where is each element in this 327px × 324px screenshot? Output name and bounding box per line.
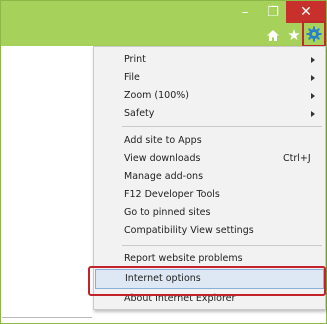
submenu-arrow-icon xyxy=(311,57,315,63)
home-icon[interactable] xyxy=(265,27,281,43)
menu-item-zoom[interactable]: Zoom (100%) xyxy=(94,86,325,106)
restore-button[interactable]: ❐ xyxy=(259,1,287,23)
close-button[interactable]: ✕ xyxy=(286,1,326,23)
menu-item-label: Manage add-ons xyxy=(124,171,204,182)
menu-item-f12-developer-tools[interactable]: F12 Developer Tools xyxy=(94,185,325,205)
title-bar: – ❐ ✕ ★ xyxy=(1,1,326,47)
menu-item-label: Report website problems xyxy=(124,253,243,264)
submenu-arrow-icon xyxy=(311,93,315,99)
menu-separator xyxy=(122,245,322,246)
favorites-icon[interactable]: ★ xyxy=(286,27,302,43)
menu-item-label: Internet options xyxy=(125,273,201,284)
menu-item-label: About Internet Explorer xyxy=(124,293,236,304)
browser-window: – ❐ ✕ ★ Print File Zoom (100%) Safety Ad… xyxy=(0,0,327,324)
tools-gear-button[interactable] xyxy=(302,21,326,47)
minimize-button[interactable]: – xyxy=(231,1,259,23)
menu-separator xyxy=(122,126,322,127)
menu-item-view-downloads[interactable]: View downloads Ctrl+J xyxy=(94,149,325,169)
tools-menu: Print File Zoom (100%) Safety Add site t… xyxy=(93,46,326,310)
menu-item-manage-add-ons[interactable]: Manage add-ons xyxy=(94,167,325,187)
menu-item-about-internet-explorer[interactable]: About Internet Explorer xyxy=(94,289,325,309)
menu-item-compatibility-view-settings[interactable]: Compatibility View settings xyxy=(94,221,325,241)
menu-item-shortcut: Ctrl+J xyxy=(283,153,311,164)
menu-item-add-site-to-apps[interactable]: Add site to Apps xyxy=(94,131,325,151)
menu-item-label: Safety xyxy=(124,108,155,119)
menu-item-go-to-pinned-sites[interactable]: Go to pinned sites xyxy=(94,203,325,223)
menu-item-label: View downloads xyxy=(124,153,201,164)
submenu-arrow-icon xyxy=(311,111,315,117)
menu-item-label: Zoom (100%) xyxy=(124,90,189,101)
menu-item-label: Add site to Apps xyxy=(124,135,202,146)
menu-item-report-website-problems[interactable]: Report website problems xyxy=(94,249,325,269)
menu-item-safety[interactable]: Safety xyxy=(94,104,325,124)
menu-item-label: Print xyxy=(124,54,146,65)
page-content-area xyxy=(2,46,92,318)
menu-item-label: Go to pinned sites xyxy=(124,207,211,218)
menu-item-label: F12 Developer Tools xyxy=(124,189,220,200)
menu-item-label: Compatibility View settings xyxy=(124,225,254,236)
menu-item-file[interactable]: File xyxy=(94,68,325,88)
menu-item-label: File xyxy=(124,72,140,83)
submenu-arrow-icon xyxy=(311,75,315,81)
menu-item-print[interactable]: Print xyxy=(94,50,325,70)
gear-icon xyxy=(306,26,322,42)
menu-item-internet-options[interactable]: Internet options xyxy=(95,269,324,289)
